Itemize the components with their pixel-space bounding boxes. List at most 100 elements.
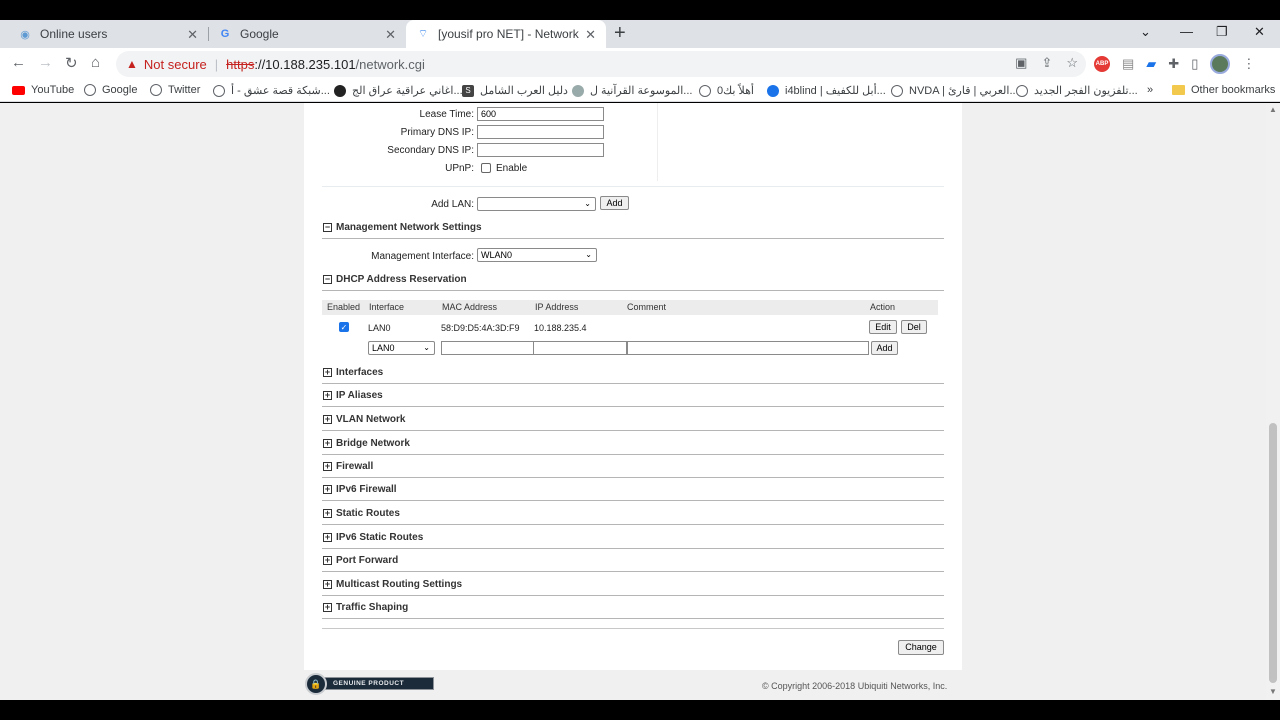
section-dhcp-reservation[interactable]: − DHCP Address Reservation — [322, 273, 944, 291]
globe-icon — [84, 84, 96, 96]
forward-icon[interactable]: → — [38, 54, 53, 71]
section-ipv6-firewall[interactable]: + IPv6 Firewall — [322, 483, 944, 501]
primary-dns-label: Primary DNS IP: — [400, 127, 474, 138]
puzzle-icon[interactable]: ✚ — [1168, 56, 1179, 72]
collapse-icon[interactable]: − — [323, 275, 332, 284]
add-reservation-button[interactable]: Add — [871, 341, 898, 355]
bookmark-youtube[interactable]: YouTube — [12, 84, 74, 96]
section-ip-aliases[interactable]: + IP Aliases — [322, 389, 944, 407]
menu-icon[interactable]: ⋮ — [1242, 56, 1255, 72]
add-lan-button[interactable]: Add — [600, 196, 629, 210]
expand-icon[interactable]: + — [323, 368, 332, 377]
section-static-routes[interactable]: + Static Routes — [322, 507, 944, 525]
scroll-down-icon[interactable]: ▼ — [1269, 687, 1277, 696]
tab-search-icon[interactable]: ⌄ — [1140, 24, 1151, 40]
avatar[interactable] — [1210, 54, 1231, 74]
url-input[interactable]: ▲ Not secure | https ://10.188.235.101 /… — [116, 51, 1086, 77]
minimize-icon[interactable]: — — [1180, 24, 1193, 39]
enabled-checkbox[interactable]: ✓ — [339, 322, 349, 332]
lease-time-input[interactable]: 600 — [477, 107, 604, 121]
warning-icon: ▲ — [126, 57, 138, 71]
section-ipv6-static-routes[interactable]: + IPv6 Static Routes — [322, 531, 944, 549]
section-multicast-routing[interactable]: + Multicast Routing Settings — [322, 578, 944, 596]
security-label[interactable]: Not secure — [144, 57, 207, 72]
section-port-forward[interactable]: + Port Forward — [322, 554, 944, 572]
expand-icon[interactable]: + — [323, 556, 332, 565]
bookmarks-overflow[interactable]: » — [1147, 84, 1153, 96]
side-panel-icon[interactable]: ▯ — [1191, 56, 1198, 72]
management-interface-select[interactable]: WLAN0 ⌄ — [477, 248, 597, 262]
other-bookmarks[interactable]: Other bookmarks — [1172, 84, 1275, 96]
secondary-dns-input[interactable] — [477, 143, 604, 157]
column-header: Interface — [369, 302, 405, 312]
expand-icon[interactable]: + — [323, 415, 332, 424]
translate-icon[interactable]: ▣ — [1015, 55, 1027, 71]
scroll-up-icon[interactable]: ▲ — [1269, 105, 1277, 114]
bookmark-item[interactable]: 0أهلاً بك — [699, 84, 754, 97]
close-icon[interactable]: ✕ — [187, 27, 198, 43]
extension-icon[interactable]: ▤ — [1122, 56, 1134, 72]
section-traffic-shaping[interactable]: + Traffic Shaping — [322, 601, 944, 619]
expand-icon[interactable]: + — [323, 485, 332, 494]
primary-dns-input[interactable] — [477, 125, 604, 139]
add-lan-label: Add LAN: — [431, 199, 474, 210]
section-bridge-network[interactable]: + Bridge Network — [322, 437, 944, 455]
reload-icon[interactable]: ↻ — [65, 54, 78, 72]
section-interfaces[interactable]: + Interfaces — [322, 366, 944, 384]
scrollbar[interactable]: ▲ ▼ — [1266, 103, 1280, 700]
network-panel: Lease Time: 600 Primary DNS IP: Secondar… — [304, 103, 962, 670]
delete-button[interactable]: Del — [901, 320, 927, 334]
column-header: MAC Address — [442, 302, 498, 312]
upnp-checkbox[interactable] — [481, 163, 491, 173]
folder-icon — [1172, 85, 1185, 95]
bookmark-star-icon[interactable]: ☆ — [1066, 55, 1078, 71]
new-comment-input[interactable] — [627, 341, 869, 355]
close-icon[interactable]: ✕ — [585, 27, 596, 43]
section-management-network[interactable]: − Management Network Settings — [322, 221, 944, 239]
bookmark-twitter[interactable]: Twitter — [150, 84, 200, 96]
bookmark-item[interactable]: S دليل العرب الشامل — [462, 84, 568, 97]
chevron-down-icon: ⌄ — [423, 343, 430, 352]
bookmark-item[interactable]: i4blind | أبل للكفيف... — [767, 84, 886, 97]
expand-icon[interactable]: + — [323, 439, 332, 448]
tab-network[interactable]: ⌔ [yousif pro NET] - Network ✕ — [406, 20, 606, 48]
new-tab-icon[interactable]: + — [614, 22, 626, 45]
edit-button[interactable]: Edit — [869, 320, 897, 334]
bookmark-item[interactable]: NVDA | العربي | قارئ... — [891, 84, 1019, 97]
bookmark-item[interactable]: اغاني عراقية عراق الج... — [334, 84, 463, 97]
close-window-icon[interactable]: ✕ — [1254, 24, 1265, 40]
collapse-icon[interactable]: − — [323, 223, 332, 232]
expand-icon[interactable]: + — [323, 580, 332, 589]
bookmark-item[interactable]: شبكة قصة عشق - أ... — [213, 84, 330, 97]
tab-online-users[interactable]: ◉ Online users ✕ — [8, 20, 208, 48]
bookmark-item[interactable]: الموسوعة القرآنية ل... — [572, 84, 692, 97]
add-lan-select[interactable]: ⌄ — [477, 197, 596, 211]
new-interface-select[interactable]: LAN0 ⌄ — [368, 341, 435, 355]
scrollbar-thumb[interactable] — [1269, 423, 1277, 683]
expand-icon[interactable]: + — [323, 509, 332, 518]
change-button[interactable]: Change — [898, 640, 944, 655]
section-firewall[interactable]: + Firewall — [322, 460, 944, 478]
tab-label: Google — [240, 27, 279, 41]
tab-google[interactable]: G Google ✕ — [208, 20, 406, 48]
share-icon[interactable]: ⇪ — [1041, 55, 1052, 71]
new-ip-input[interactable] — [533, 341, 627, 355]
section-vlan-network[interactable]: + VLAN Network — [322, 413, 944, 431]
close-icon[interactable]: ✕ — [385, 27, 396, 43]
zoom-extension-icon[interactable]: ▰ — [1146, 56, 1156, 72]
expand-icon[interactable]: + — [323, 462, 332, 471]
expand-icon[interactable]: + — [323, 391, 332, 400]
row-interface: LAN0 — [368, 323, 391, 333]
adblock-icon[interactable]: ABP — [1094, 56, 1110, 72]
new-mac-input[interactable] — [441, 341, 534, 355]
expand-icon[interactable]: + — [323, 533, 332, 542]
management-interface-label: Management Interface: — [371, 251, 474, 262]
restore-icon[interactable]: ❐ — [1216, 24, 1228, 40]
home-icon[interactable]: ⌂ — [91, 54, 100, 71]
bookmark-item[interactable]: تلفزيون الفجر الجديد... — [1016, 84, 1138, 97]
row-ip: 10.188.235.4 — [534, 323, 587, 333]
expand-icon[interactable]: + — [323, 603, 332, 612]
globe-icon — [891, 84, 903, 97]
back-icon[interactable]: ← — [11, 54, 26, 71]
bookmark-google[interactable]: Google — [84, 84, 137, 96]
